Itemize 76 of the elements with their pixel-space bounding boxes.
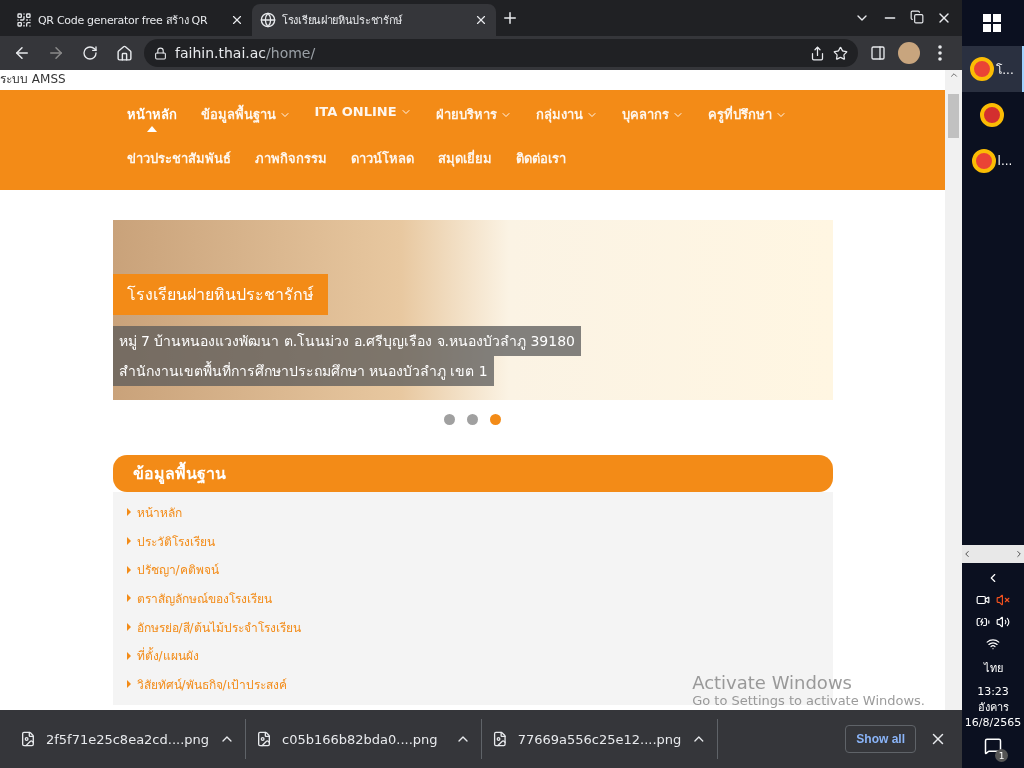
clock-time: 13:23 (977, 685, 1009, 698)
nav-link[interactable]: ข้อมูลพื้นฐาน (200, 104, 291, 125)
qr-code-icon (16, 12, 32, 28)
slide-caption: หมู่ 7 บ้านหนองแวงพัฒนา ต.โนนม่วง อ.ศรีบุญเรือง จ.หนองบัวลำภู 39180 (112, 326, 581, 356)
nav-link[interactable]: บุคลากร (621, 104, 684, 125)
browser-app-icon (971, 149, 996, 173)
close-icon[interactable] (474, 13, 488, 27)
nav-link[interactable]: ภาพกิจกรรม (254, 148, 327, 169)
share-icon[interactable] (810, 45, 825, 61)
show-all-button[interactable]: Show all (845, 725, 916, 753)
clock-date: 16/8/2565 (964, 716, 1022, 729)
nav-link[interactable]: กลุ่มงาน (535, 104, 598, 125)
restore-icon[interactable] (910, 10, 924, 24)
nav-link[interactable]: ครูที่ปรึกษา (707, 104, 787, 125)
nav-link[interactable]: ข่าวประชาสัมพันธ์ (126, 148, 231, 169)
plus-icon (501, 9, 519, 27)
slider-dot[interactable] (444, 414, 455, 425)
activation-text: Go to Settings to activate Windows. (692, 693, 925, 708)
taskbar-app[interactable]: l... (962, 138, 1024, 184)
muted-speaker-icon[interactable] (996, 593, 1010, 607)
section-link[interactable]: ประวัติโรงเรียน (126, 526, 215, 556)
image-file-icon (256, 731, 272, 747)
clock-day: อังคาร (977, 698, 1009, 716)
scroll-left-icon[interactable] (962, 549, 972, 559)
profile-avatar[interactable] (898, 42, 920, 64)
browser-tab[interactable]: QR Code generator free สร้าง QR (8, 4, 252, 36)
menu-icon (938, 45, 942, 61)
scrollbar[interactable] (945, 70, 962, 710)
scroll-right-icon[interactable] (1014, 549, 1024, 559)
reload-icon (82, 45, 98, 61)
address-bar[interactable]: faihin.thai.ac/home/ (144, 39, 858, 67)
globe-icon (260, 12, 276, 28)
nav-link[interactable]: สมุดเยี่ยม (437, 148, 492, 169)
section-link[interactable]: ที่ตั้ง/แผนผัง (126, 641, 199, 671)
browser-tab[interactable]: โรงเรียนฝายหินประชารักษ์ (252, 4, 496, 36)
side-panel-icon (870, 45, 886, 61)
section-link[interactable]: ปรัชญา/คติพจน์ (126, 555, 219, 585)
download-item[interactable]: 77669a556c25e12....png (482, 719, 718, 759)
section-link[interactable]: ตราสัญลักษณ์ของโรงเรียน (126, 584, 272, 613)
slider-dot[interactable] (490, 414, 501, 425)
taskbar-app[interactable]: โ... (962, 46, 1024, 92)
nav-link[interactable]: ITA ONLINE (314, 104, 412, 119)
lock-icon (154, 46, 167, 60)
section-link[interactable]: วิสัยทัศน์/พันธกิจ/เป้าประสงค์ (126, 670, 287, 699)
slider-dot[interactable] (467, 414, 478, 425)
taskbar-scrollbar[interactable] (962, 545, 1024, 563)
close-icon[interactable] (230, 13, 244, 27)
image-file-icon (492, 731, 508, 747)
nav-link[interactable]: ฝ่ายบริหาร (435, 104, 512, 125)
home-icon (115, 44, 133, 62)
section-link[interactable]: อักษรย่อ/สี/ต้นไม้ประจำโรงเรียน (126, 612, 301, 642)
battery-icon[interactable] (976, 615, 990, 629)
image-file-icon (20, 731, 36, 747)
slide-title: โรงเรียนฝายหินประชารักษ์ (112, 274, 328, 315)
forward-arrow-icon (47, 44, 65, 62)
slide-caption: สำนักงานเขตพื้นที่การศึกษาประถมศึกษา หนองบัวลำภู เขต 1 (112, 356, 494, 386)
section-title: ข้อมูลพื้นฐาน (112, 455, 833, 492)
cleaner-app-icon (980, 103, 1004, 127)
bookmark-star-icon[interactable] (833, 45, 848, 61)
scroll-up-icon[interactable] (948, 70, 959, 80)
scroll-thumb[interactable] (948, 94, 959, 138)
download-item[interactable]: 2f5f71e25c8ea2cd....png (10, 719, 246, 759)
nav-link[interactable]: ดาวน์โหลด (350, 148, 414, 169)
browser-app-icon (970, 57, 995, 81)
notification-count: 1 (995, 749, 1008, 762)
language-indicator[interactable]: ไทย (983, 659, 1003, 677)
amss-link[interactable]: ระบบ AMSS (0, 70, 945, 90)
nav-link[interactable]: ติดต่อเรา (515, 148, 566, 169)
volume-icon[interactable] (996, 615, 1010, 629)
wifi-icon[interactable] (986, 637, 1000, 651)
camera-icon[interactable] (976, 593, 990, 607)
nav-link[interactable]: หน้าหลัก (126, 104, 177, 125)
download-item[interactable]: c05b166b82bda0....png (246, 719, 482, 759)
windows-logo-icon (983, 14, 1001, 32)
section-link[interactable]: หน้าหลัก (126, 498, 182, 527)
activation-title: Activate Windows (692, 672, 853, 693)
